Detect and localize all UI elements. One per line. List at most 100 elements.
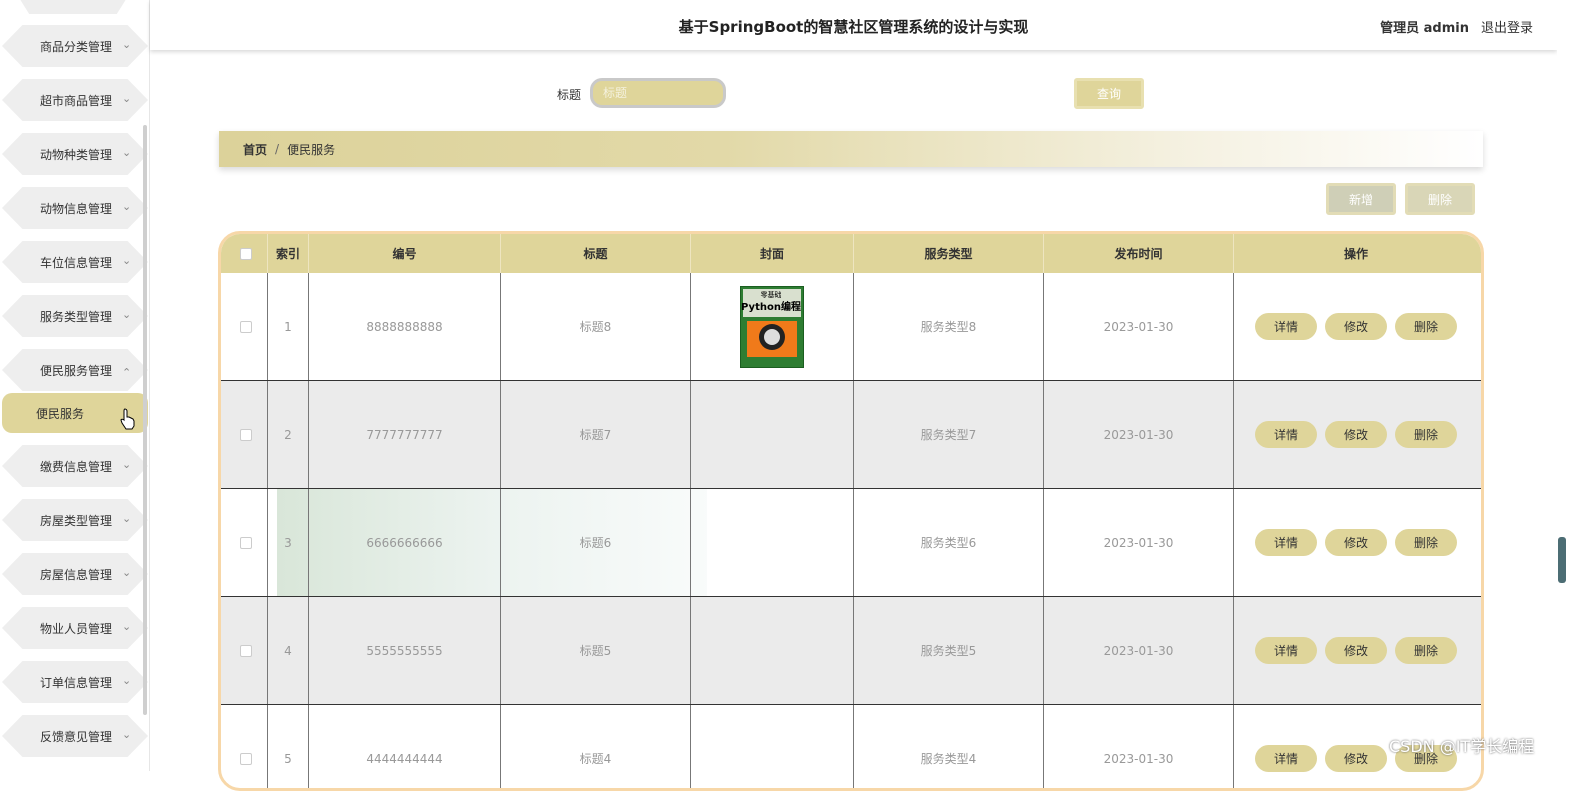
row-checkbox[interactable] [240, 428, 252, 441]
table-row: 5 4444444444 标题4 服务类型4 2023-01-30 详情 修改 … [221, 705, 1481, 788]
sidebar-item-supermarket-goods[interactable]: 超市商品管理 ⌄ [2, 79, 148, 121]
title-cell: 标题5 [501, 597, 691, 704]
service-type-cell: 服务类型6 [854, 489, 1044, 596]
chevron-down-icon: ⌄ [122, 308, 132, 321]
sidebar-item-label: 物业人员管理 [40, 621, 113, 636]
delete-button[interactable]: 删除 [1395, 637, 1457, 664]
delete-button[interactable]: 删除 [1395, 529, 1457, 556]
index-cell: 5 [268, 705, 309, 788]
logout-link[interactable]: 退出登录 [1481, 17, 1533, 36]
sidebar-item-product-category[interactable]: 商品分类管理 ⌄ [2, 25, 148, 67]
actions-cell: 详情 修改 删除 [1234, 489, 1478, 596]
service-type-cell: 服务类型7 [854, 381, 1044, 488]
actions-cell: 详情 修改 删除 [1234, 597, 1478, 704]
chevron-down-icon: ⌄ [122, 728, 132, 741]
batch-delete-button[interactable]: 删除 [1405, 183, 1475, 215]
row-select-cell [225, 381, 268, 488]
sidebar-top-item-edge [20, 0, 126, 14]
detail-button[interactable]: 详情 [1255, 637, 1317, 664]
edit-button[interactable]: 修改 [1325, 637, 1387, 664]
column-header: 操作 [1343, 247, 1368, 261]
csdn-watermark: CSDN @IT学长编程 [1389, 737, 1535, 756]
select-all-checkbox[interactable] [240, 247, 252, 260]
cover-cell [691, 705, 854, 788]
sidebar-item-label: 动物信息管理 [40, 201, 113, 216]
code-cell: 8888888888 [309, 273, 501, 380]
chevron-up-icon: ⌃ [122, 366, 132, 379]
cover-text: Python编程 [741, 301, 801, 313]
chevron-down-icon: ⌄ [122, 92, 132, 105]
sidebar-item-convenience-service[interactable]: 便民服务管理 ⌃ [2, 349, 148, 391]
page-scrollbar[interactable] [1558, 537, 1566, 583]
detail-button[interactable]: 详情 [1255, 529, 1317, 556]
sidebar-item-payment[interactable]: 缴费信息管理 ⌄ [2, 445, 148, 487]
row-checkbox[interactable] [240, 752, 252, 765]
chevron-down-icon: ⌄ [122, 38, 132, 51]
breadcrumb-home[interactable]: 首页 [243, 141, 267, 158]
cover-cell: 零基础 Python编程 [691, 273, 854, 380]
edit-button[interactable]: 修改 [1325, 313, 1387, 340]
sidebar-item-feedback[interactable]: 反馈意见管理 ⌄ [2, 715, 148, 757]
sidebar-item-label: 超市商品管理 [40, 93, 113, 108]
detail-button[interactable]: 详情 [1255, 421, 1317, 448]
cover-cell [691, 597, 854, 704]
column-header: 编号 [309, 234, 501, 273]
sidebar-item-service-type[interactable]: 服务类型管理 ⌄ [2, 295, 148, 337]
sidebar-item-house-type[interactable]: 房屋类型管理 ⌄ [2, 499, 148, 541]
detail-button[interactable]: 详情 [1255, 745, 1317, 772]
table-row: 4 5555555555 标题5 服务类型5 2023-01-30 详情 修改 … [221, 597, 1481, 705]
chevron-down-icon: ⌄ [122, 566, 132, 579]
sidebar-item-label: 缴费信息管理 [40, 459, 113, 474]
code-cell: 4444444444 [309, 705, 501, 788]
code-cell: 6666666666 [309, 489, 501, 596]
row-select-cell [225, 489, 268, 596]
chevron-down-icon: ⌄ [122, 254, 132, 267]
title-cell: 标题8 [501, 273, 691, 380]
sidebar-item-orders[interactable]: 订单信息管理 ⌄ [2, 661, 148, 703]
index-cell: 1 [268, 273, 309, 380]
sidebar-item-property-staff[interactable]: 物业人员管理 ⌄ [2, 607, 148, 649]
date-cell: 2023-01-30 [1044, 489, 1234, 596]
search-label: 标题 [557, 88, 582, 102]
data-table: 索引 编号 标题 封面 服务类型 发布时间 操作 1 8888888888 标题… [218, 231, 1484, 791]
row-checkbox[interactable] [240, 320, 252, 333]
index-cell: 3 [268, 489, 309, 596]
row-checkbox[interactable] [240, 644, 252, 657]
row-checkbox[interactable] [240, 536, 252, 549]
sidebar-item-animal-type[interactable]: 动物种类管理 ⌄ [2, 133, 148, 175]
code-cell: 5555555555 [309, 597, 501, 704]
sidebar-item-house-info[interactable]: 房屋信息管理 ⌄ [2, 553, 148, 595]
delete-button[interactable]: 删除 [1395, 313, 1457, 340]
sidebar-item-parking[interactable]: 车位信息管理 ⌄ [2, 241, 148, 283]
sidebar-item-label: 反馈意见管理 [40, 729, 113, 744]
actions-cell: 详情 修改 删除 [1234, 273, 1478, 380]
query-button[interactable]: 查询 [1074, 78, 1144, 109]
sidebar-item-label: 商品分类管理 [40, 39, 113, 54]
edit-button[interactable]: 修改 [1325, 745, 1387, 772]
title-search-input[interactable] [590, 78, 726, 108]
sidebar-item-label: 订单信息管理 [40, 675, 113, 690]
edit-button[interactable]: 修改 [1325, 421, 1387, 448]
sidebar: 商品分类管理 ⌄ 超市商品管理 ⌄ 动物种类管理 ⌄ 动物信息管理 ⌄ 车位信息管理 ⌄ … [0, 0, 150, 771]
table-row: 3 6666666666 标题6 服务类型6 2023-01-30 详情 修改 … [221, 489, 1481, 597]
book-cover-image: 零基础 Python编程 [740, 285, 804, 368]
edit-button[interactable]: 修改 [1325, 529, 1387, 556]
add-button[interactable]: 新增 [1326, 183, 1396, 215]
service-type-cell: 服务类型8 [854, 273, 1044, 380]
sidebar-item-label: 房屋类型管理 [40, 513, 113, 528]
date-cell: 2023-01-30 [1044, 381, 1234, 488]
sidebar-scrollbar[interactable] [143, 125, 147, 715]
actions-cell: 详情 修改 删除 [1234, 381, 1478, 488]
delete-button[interactable]: 删除 [1395, 421, 1457, 448]
sidebar-item-label: 车位信息管理 [40, 255, 113, 270]
hand-pointer-icon [120, 408, 135, 430]
sidebar-item-animal-info[interactable]: 动物信息管理 ⌄ [2, 187, 148, 229]
detail-button[interactable]: 详情 [1255, 313, 1317, 340]
sidebar-subitem-label: 便民服务 [36, 406, 85, 421]
cover-cell [691, 381, 854, 488]
chevron-down-icon: ⌄ [122, 674, 132, 687]
column-header: 标题 [501, 234, 691, 273]
chevron-down-icon: ⌄ [122, 146, 132, 159]
column-header: 发布时间 [1044, 234, 1234, 273]
header-select-cell [225, 234, 268, 273]
